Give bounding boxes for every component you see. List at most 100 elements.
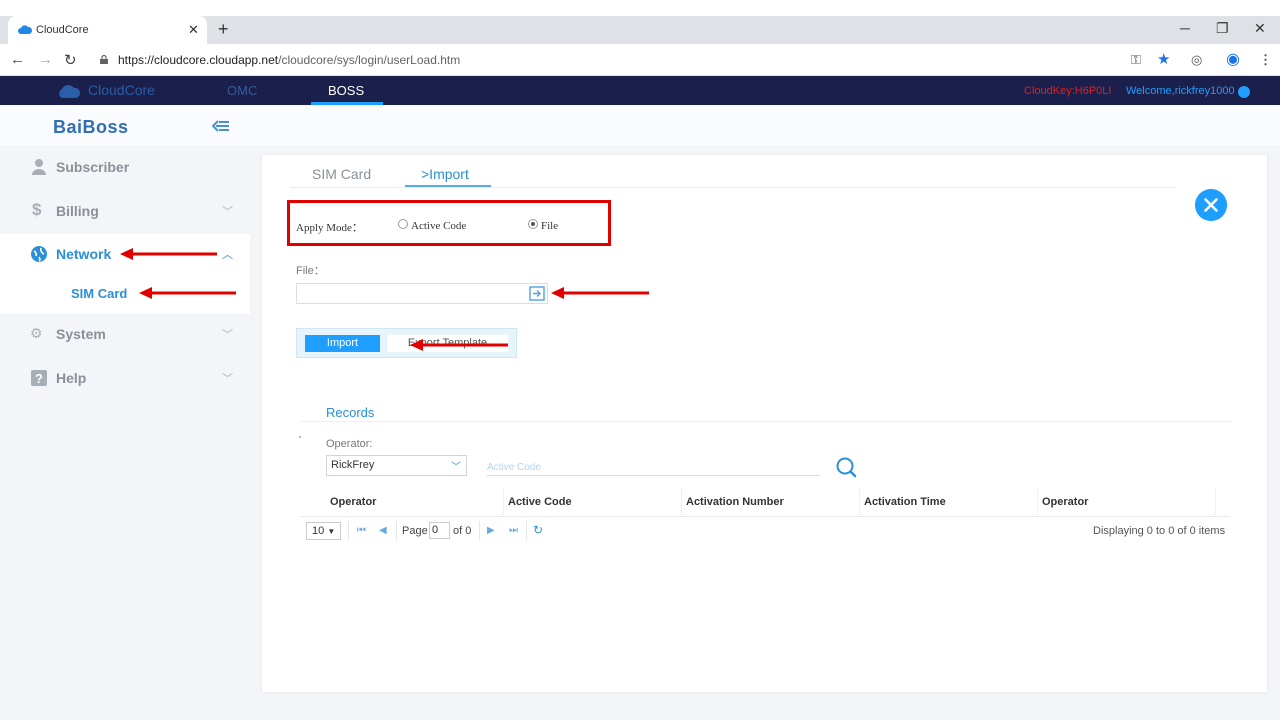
star-icon[interactable]: ★: [1157, 50, 1170, 68]
dollar-icon: $: [32, 200, 42, 219]
chevron-down-icon: ﹀: [451, 462, 461, 473]
column-header-activation-time[interactable]: Activation Time: [864, 496, 946, 508]
radio-file[interactable]: [528, 219, 538, 229]
url-host: https://cloudcore.cloudapp.net: [118, 53, 279, 67]
cloudkey-label: CloudKey:H6P0LI: [1024, 85, 1112, 97]
sidebar-label: System: [56, 326, 106, 342]
app-logo-text: CloudCore: [88, 82, 155, 98]
page-number-input[interactable]: 0: [429, 522, 450, 539]
sidebar-item-subscriber[interactable]: Subscriber: [0, 147, 250, 187]
active-tab-underline: [405, 185, 491, 187]
refresh-icon[interactable]: ↻: [533, 523, 543, 537]
import-button[interactable]: Import: [305, 335, 380, 352]
chevron-up-icon: ︿: [222, 249, 233, 261]
sidebar: Subscriber $ Billing ﹀ Network ︿ SIM Car…: [0, 147, 250, 720]
sidebar-label: SIM Card: [71, 286, 128, 301]
collapse-menu-icon[interactable]: [212, 119, 230, 133]
records-title: Records: [326, 405, 375, 420]
annotation-arrow-network: [120, 248, 217, 260]
records-divider: [300, 421, 1232, 422]
chevron-down-icon: ﹀: [222, 329, 233, 341]
pager-divider: [348, 521, 349, 540]
gears-icon: ⚙: [30, 325, 43, 341]
file-input[interactable]: [296, 283, 548, 304]
prev-page-icon[interactable]: ◀: [379, 525, 387, 536]
sidebar-item-help[interactable]: ? Help ﹀: [0, 358, 250, 398]
forward-icon[interactable]: →: [38, 51, 53, 68]
column-divider: [503, 489, 504, 515]
chevron-down-icon: ﹀: [222, 373, 233, 385]
sidebar-label: Help: [56, 370, 87, 386]
minimize-icon[interactable]: ─: [1180, 20, 1190, 36]
annotation-arrow-sim-card: [139, 287, 236, 299]
column-header-activation-number[interactable]: Activation Number: [686, 496, 784, 508]
welcome-user-link[interactable]: Welcome,rickfrey1000: [1126, 85, 1235, 97]
page-label: Page: [402, 525, 428, 537]
page-total: of 0: [453, 525, 472, 537]
tab-divider: [290, 187, 1175, 188]
column-divider: [1037, 489, 1038, 515]
radio-file-label: File: [541, 220, 559, 232]
file-label: File：: [296, 265, 325, 277]
lock-icon: [100, 55, 108, 64]
pager-divider: [479, 521, 480, 540]
svg-text:?: ?: [35, 371, 43, 386]
column-header-operator[interactable]: Operator: [330, 496, 376, 508]
last-page-icon[interactable]: ⏭: [509, 525, 518, 536]
nav-tab-omc[interactable]: OMC: [227, 83, 257, 98]
operator-select[interactable]: RickFrey: [326, 455, 467, 476]
column-divider: [1215, 489, 1216, 515]
next-page-icon[interactable]: ▶: [487, 525, 495, 536]
url-field[interactable]: https://cloudcore.cloudapp.net/cloudcore…: [118, 53, 460, 67]
user-icon: [32, 159, 46, 175]
sidebar-label: Subscriber: [56, 159, 130, 175]
browser-tab[interactable]: CloudCore ✕: [8, 16, 207, 44]
radio-active-code[interactable]: [398, 219, 408, 229]
tab-sim-card[interactable]: SIM Card: [312, 166, 371, 182]
url-path: /cloudcore/sys/login/userLoad.htm: [278, 53, 461, 67]
menu-icon[interactable]: ⋮: [1259, 52, 1272, 68]
apply-mode-label: Apply Mode：: [296, 222, 363, 234]
new-tab-button[interactable]: +: [218, 19, 229, 40]
cloud-icon: [18, 25, 32, 34]
active-code-input[interactable]: [487, 455, 820, 476]
cloud-logo-icon: [59, 85, 81, 98]
chevron-down-icon: ﹀: [222, 206, 233, 218]
restore-icon[interactable]: ❐: [1216, 20, 1229, 37]
close-window-icon[interactable]: ✕: [1254, 20, 1266, 37]
annotation-arrow-export: [410, 339, 508, 351]
user-menu-icon[interactable]: [1238, 86, 1250, 98]
operator-label: Operator:: [326, 438, 373, 450]
close-panel-button[interactable]: [1195, 189, 1227, 221]
profile-icon[interactable]: ◉: [1226, 49, 1240, 69]
sidebar-item-billing[interactable]: $ Billing ﹀: [0, 191, 250, 231]
extension-icon[interactable]: ◎: [1191, 52, 1202, 68]
radio-active-code-label: Active Code: [411, 220, 467, 232]
display-info: Displaying 0 to 0 of 0 items: [1093, 525, 1226, 537]
sidebar-item-system[interactable]: ⚙ System ﹀: [0, 314, 250, 354]
tab-import[interactable]: >Import: [421, 166, 469, 182]
key-icon[interactable]: ⚿: [1131, 52, 1141, 68]
page-size-select[interactable]: 10 ▼: [306, 522, 341, 540]
upload-icon[interactable]: [529, 286, 545, 301]
reload-icon[interactable]: ↻: [64, 51, 77, 69]
column-divider: [681, 489, 682, 515]
brand-logo: BaiBoss: [53, 117, 129, 137]
annotation-arrow-file: [551, 287, 649, 299]
nav-tab-boss[interactable]: BOSS: [328, 83, 364, 98]
pager-divider: [396, 521, 397, 540]
page-size-value: 10: [312, 525, 325, 537]
table-header-line: [300, 516, 1230, 517]
dropdown-icon: ▼: [327, 527, 336, 536]
globe-icon: [31, 246, 47, 262]
browser-tab-strip: CloudCore ✕ + ─ ❐ ✕: [0, 16, 1280, 44]
column-header-active-code[interactable]: Active Code: [508, 496, 572, 508]
search-icon[interactable]: [835, 456, 857, 478]
column-header-operator-2[interactable]: Operator: [1042, 496, 1088, 508]
back-icon[interactable]: ←: [10, 51, 25, 68]
column-divider: [859, 489, 860, 515]
close-tab-icon[interactable]: ✕: [188, 22, 199, 38]
pager-divider: [526, 521, 527, 540]
sub-header: BaiBoss: [0, 105, 1280, 147]
first-page-icon[interactable]: ⏮: [357, 525, 366, 536]
